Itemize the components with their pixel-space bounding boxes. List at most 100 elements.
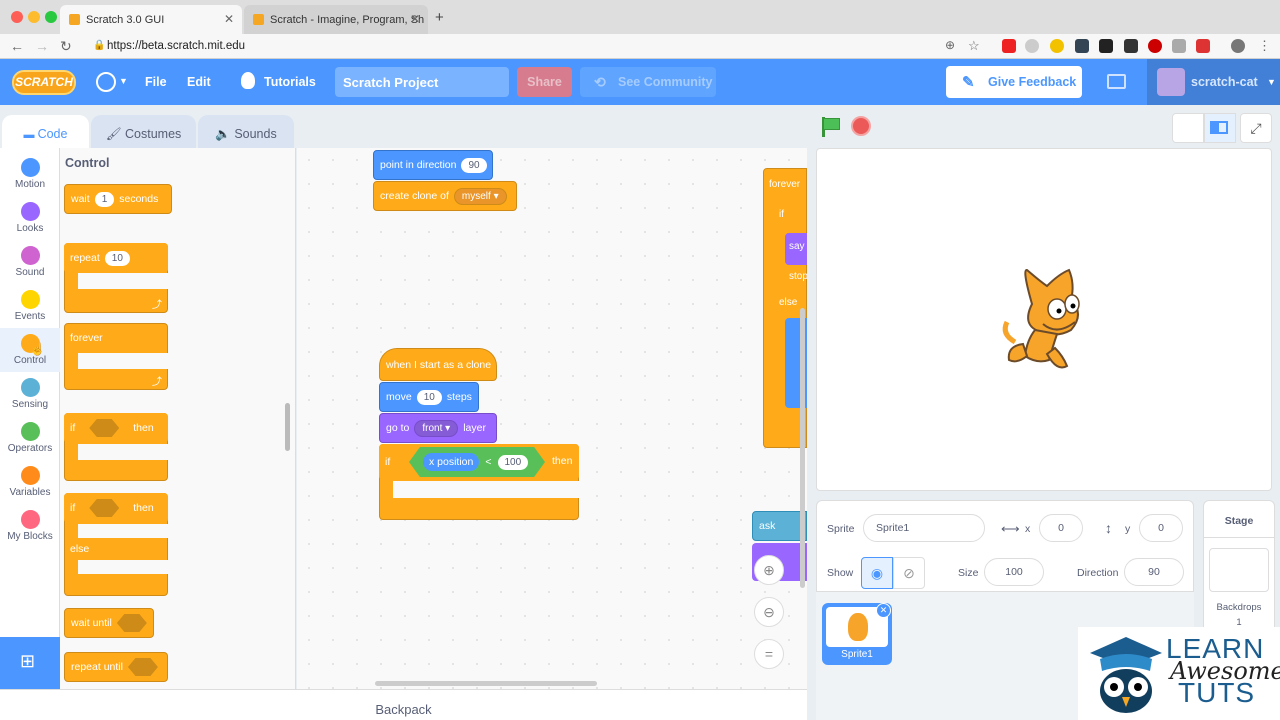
block-number-input[interactable]: 10 [416,389,442,405]
add-extension-button[interactable]: ⊞ [0,637,60,689]
y-input[interactable]: 0 [1139,514,1183,542]
boolean-slot[interactable] [89,419,120,437]
stop-sign-icon[interactable] [851,116,871,136]
green-flag-icon[interactable] [823,118,840,130]
scratch-logo[interactable]: SCRATCH [12,70,76,95]
category-motion[interactable]: Motion [0,152,60,196]
boolean-slot[interactable] [89,499,120,517]
tab-sounds[interactable]: 🔈 Sounds [198,115,294,152]
layer-dropdown[interactable]: front ▾ [414,419,459,437]
repeat-block-header[interactable]: repeat 10 [64,243,168,273]
reload-icon[interactable]: ↻ [60,38,72,55]
palette-scrollbar[interactable] [285,403,290,451]
edit-menu[interactable]: Edit [187,75,211,89]
block-number-input[interactable]: 1 [94,191,115,207]
small-stage-button[interactable] [1172,113,1204,143]
extension-icon[interactable] [1099,39,1113,53]
boolean-slot[interactable] [116,614,147,632]
direction-input[interactable]: 90 [1124,558,1184,586]
url-field[interactable]: 🔒 https://beta.scratch.mit.edu [90,37,960,56]
extension-icon[interactable] [1196,39,1210,53]
motion-color-icon [20,158,40,177]
kebab-menu-icon[interactable]: ⋮ [1258,38,1271,54]
globe-icon[interactable] [96,72,116,92]
zoom-reset-icon[interactable]: = [754,639,784,669]
zoom-icon[interactable]: ⊕ [945,38,955,52]
less-than-operator[interactable]: x position < 100 [409,447,545,477]
cat-sprite[interactable] [997,264,1097,374]
fullscreen-icon[interactable]: ⤢ [1240,113,1272,143]
looks-color-icon [20,202,40,221]
category-my-blocks[interactable]: My Blocks [0,504,60,548]
block-number-input[interactable]: 90 [461,157,487,173]
create-clone-block[interactable]: create clone of myself ▾ [373,181,517,211]
category-sound[interactable]: Sound [0,240,60,284]
clone-target-dropdown[interactable]: myself ▾ [453,187,507,205]
tab-costumes[interactable]: 🖌 Costumes [91,115,196,152]
my-stuff-folder-icon[interactable] [1107,74,1126,89]
wait-seconds-block[interactable]: wait 1 seconds [64,184,172,214]
workspace-scrollbar-h[interactable] [375,681,597,686]
show-visible-eye-icon[interactable]: ◉ [861,557,893,589]
if-else-header[interactable]: if then [64,493,168,523]
category-variables[interactable]: Variables [0,460,60,504]
maximize-window-icon[interactable] [45,11,57,23]
move-steps-block[interactable]: move 10 steps [379,382,479,412]
close-tab-icon[interactable]: ✕ [410,12,420,26]
project-title-input[interactable]: Scratch Project [335,67,509,97]
stage-canvas[interactable] [816,148,1272,491]
close-window-icon[interactable] [11,11,23,23]
sprite-tile-sprite1[interactable]: Sprite1 ✕ [822,603,892,665]
partial-ask-block[interactable]: ask [752,511,807,541]
file-menu[interactable]: File [145,75,167,89]
block-number-input[interactable]: 100 [497,454,529,470]
share-button[interactable]: Share [517,67,572,97]
account-menu[interactable]: scratch-cat ▼ [1147,59,1280,105]
browser-tab[interactable]: Scratch - Imagine, Program, Sh ✕ [244,5,428,34]
zoom-in-icon[interactable]: ⊕ [754,555,784,585]
repeat-until-block[interactable]: repeat until [64,652,168,682]
if-then-header[interactable]: if then [64,413,168,443]
browser-tab-active[interactable]: Scratch 3.0 GUI ✕ [60,5,242,34]
x-input[interactable]: 0 [1039,514,1083,542]
extension-icon[interactable] [1025,39,1039,53]
backpack[interactable]: Backpack [0,689,807,720]
hide-eye-icon[interactable]: ⊘ [893,557,925,589]
see-community-button[interactable]: ⟲ See Community [580,67,716,97]
if-block-header[interactable]: if x position < 100 then [379,444,579,480]
new-tab-icon[interactable]: + [435,9,444,26]
boolean-slot[interactable] [127,658,158,676]
extension-icon[interactable] [1050,39,1064,53]
adblock-extension-icon[interactable] [1148,39,1162,53]
tab-code[interactable]: ▬ Code [2,115,89,152]
category-looks[interactable]: Looks [0,196,60,240]
minimize-window-icon[interactable] [28,11,40,23]
back-icon[interactable]: ← [10,38,24,54]
opera-extension-icon[interactable] [1002,39,1016,53]
close-tab-icon[interactable]: ✕ [224,12,234,26]
zoom-out-icon[interactable]: ⊖ [754,597,784,627]
forward-icon[interactable]: → [35,38,49,54]
point-in-direction-block[interactable]: point in direction 90 [373,150,493,180]
tutorials-menu[interactable]: Tutorials [264,75,316,89]
x-position-reporter[interactable]: x position [423,453,480,471]
go-to-layer-block[interactable]: go to front ▾ layer [379,413,497,443]
delete-sprite-icon[interactable]: ✕ [876,603,891,618]
category-sensing[interactable]: Sensing [0,372,60,416]
extension-icon[interactable] [1075,39,1089,53]
extension-icon[interactable] [1124,39,1138,53]
give-feedback-button[interactable]: ✎ Give Feedback [946,66,1082,98]
profile-avatar[interactable] [1231,39,1245,53]
sprite-name-input[interactable]: Sprite1 [863,514,985,542]
wait-until-block[interactable]: wait until [64,608,154,638]
category-label: Motion [14,179,45,190]
bookmark-star-icon[interactable]: ☆ [968,38,980,54]
block-number-input[interactable]: 10 [104,250,130,266]
script-workspace[interactable]: point in direction 90 create clone of myse… [297,148,807,689]
category-operators[interactable]: Operators [0,416,60,460]
size-input[interactable]: 100 [984,558,1044,586]
when-i-start-as-clone-hat[interactable]: when I start as a clone [379,348,497,381]
extension-icon[interactable] [1172,39,1186,53]
category-events[interactable]: Events [0,284,60,328]
workspace-scrollbar-v[interactable] [800,308,805,588]
